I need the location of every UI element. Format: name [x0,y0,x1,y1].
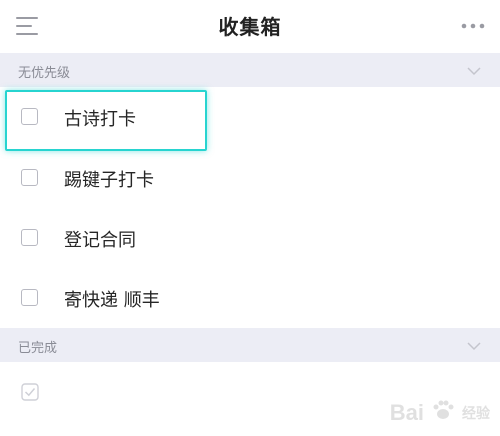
app-header: 收集箱 [0,0,500,52]
watermark-text: Bai [389,400,424,425]
task-checkbox[interactable] [21,169,38,186]
task-item[interactable]: 寄快递 顺丰 [0,268,500,326]
chevron-down-icon[interactable] [466,63,482,77]
page-title: 收集箱 [218,15,282,39]
completed-checkbox-icon[interactable] [21,383,39,401]
baidu-watermark: Bai 经验 [390,396,490,430]
paw-icon [430,398,456,428]
highlight-box [5,90,207,151]
section-header-no-priority[interactable]: 无优先级 [0,53,500,87]
task-label: 登记合同 [64,230,136,251]
task-label: 踢键子打卡 [64,170,154,191]
task-item[interactable]: 登记合同 [0,208,500,266]
task-checkbox[interactable] [21,289,38,306]
section-label: 无优先级 [18,66,71,81]
watermark-sub: 经验 [462,406,490,422]
more-dots-icon[interactable] [460,16,486,36]
task-item[interactable]: 踢键子打卡 [0,148,500,206]
section-header-completed[interactable]: 已完成 [0,328,500,362]
chevron-down-icon[interactable] [466,338,482,352]
task-label: 寄快递 顺丰 [64,290,160,311]
section-label: 已完成 [18,341,58,356]
task-checkbox[interactable] [21,229,38,246]
